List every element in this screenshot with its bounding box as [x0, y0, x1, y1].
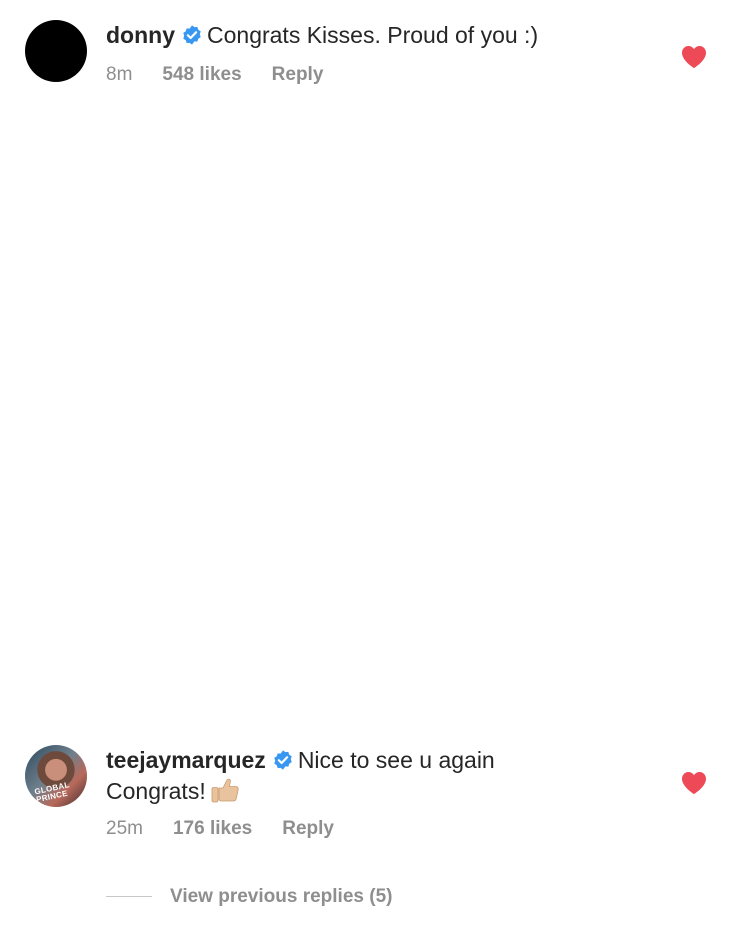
- thumbs-up-icon: [211, 778, 239, 803]
- likes-count[interactable]: 176 likes: [173, 818, 252, 839]
- avatar[interactable]: [25, 20, 87, 82]
- comment-time: 25m: [106, 818, 143, 839]
- comment-body: teejaymarquez Nice to see u again Congra…: [106, 745, 495, 806]
- avatar[interactable]: GLOBAL PRINCE: [25, 745, 87, 807]
- verified-badge-icon: [274, 750, 292, 770]
- comment-text: Nice to see u again: [297, 747, 495, 773]
- comment-text-line2: Congrats!: [106, 778, 206, 804]
- comment-body: donny Congrats Kisses. Proud of you :): [106, 20, 538, 50]
- view-previous-replies-label: View previous replies (5): [170, 886, 393, 907]
- heart-icon[interactable]: [681, 45, 707, 69]
- username[interactable]: teejaymarquez: [106, 747, 266, 773]
- comment-meta: 25m 176 likes Reply: [106, 818, 364, 840]
- likes-count[interactable]: 548 likes: [162, 64, 241, 85]
- reply-button[interactable]: Reply: [282, 818, 334, 839]
- comment-time: 8m: [106, 64, 133, 85]
- heart-icon[interactable]: [681, 771, 707, 795]
- reply-button[interactable]: Reply: [272, 64, 324, 85]
- username[interactable]: donny: [106, 22, 175, 48]
- verified-badge-icon: [183, 25, 201, 45]
- avatar-caption: GLOBAL PRINCE: [33, 780, 71, 805]
- comment-text: Congrats Kisses. Proud of you :): [207, 22, 539, 48]
- view-previous-replies-link[interactable]: View previous replies (5): [106, 886, 392, 908]
- divider-line: [106, 896, 152, 898]
- comment-meta: 8m 548 likes Reply: [106, 64, 353, 86]
